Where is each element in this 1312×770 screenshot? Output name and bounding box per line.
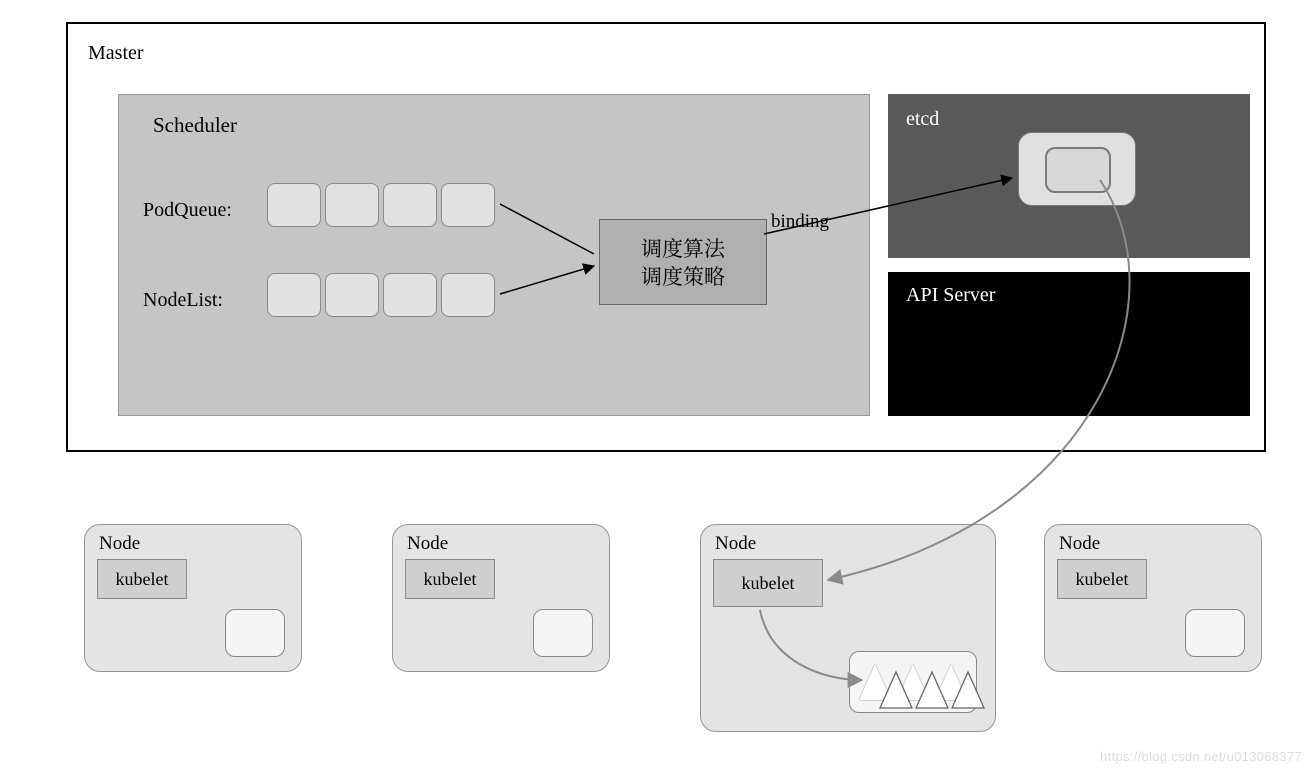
container-icon <box>935 664 967 700</box>
pod-placeholder <box>225 609 285 657</box>
master-label: Master <box>88 42 144 65</box>
node-label: Node <box>1059 533 1100 555</box>
podqueue-cells <box>267 183 495 227</box>
node-box-1: Node kubelet <box>84 524 302 672</box>
pod-placeholder <box>533 609 593 657</box>
kubelet-box: kubelet <box>97 559 187 599</box>
api-server-box: API Server <box>888 272 1250 416</box>
podqueue-label: PodQueue: <box>143 199 232 222</box>
kubelet-box: kubelet <box>713 559 823 607</box>
kubelet-label: kubelet <box>424 569 477 590</box>
node-cell <box>441 273 495 317</box>
node-cell <box>267 273 321 317</box>
kubelet-box: kubelet <box>405 559 495 599</box>
container-icon <box>897 664 929 700</box>
node-label: Node <box>99 533 140 555</box>
nodelist-label: NodeList: <box>143 289 223 312</box>
pod-cell <box>267 183 321 227</box>
etcd-box: etcd <box>888 94 1250 258</box>
node-box-3: Node kubelet <box>700 524 996 732</box>
node-label: Node <box>715 533 756 555</box>
node-box-2: Node kubelet <box>392 524 610 672</box>
master-box: Master Scheduler PodQueue: NodeList: 调度算… <box>66 22 1266 452</box>
kubelet-box: kubelet <box>1057 559 1147 599</box>
nodelist-cells <box>267 273 495 317</box>
node-box-4: Node kubelet <box>1044 524 1262 672</box>
etcd-label: etcd <box>906 108 939 131</box>
pod-cell <box>383 183 437 227</box>
scheduling-algorithm-box: 调度算法 调度策略 <box>599 219 767 305</box>
container-icon <box>859 664 891 700</box>
pod-running-box <box>849 651 977 713</box>
algo-line2: 调度策略 <box>641 262 725 290</box>
pod-cell <box>325 183 379 227</box>
pod-placeholder <box>1185 609 1245 657</box>
kubelet-label: kubelet <box>116 569 169 590</box>
etcd-object-inner <box>1045 147 1111 193</box>
api-server-label: API Server <box>906 284 995 307</box>
diagram-canvas: Master Scheduler PodQueue: NodeList: 调度算… <box>0 0 1312 770</box>
scheduler-box: Scheduler PodQueue: NodeList: 调度算法 调度策略 … <box>118 94 870 416</box>
binding-label: binding <box>771 211 829 233</box>
node-label: Node <box>407 533 448 555</box>
algo-line1: 调度算法 <box>641 234 725 262</box>
etcd-object <box>1018 132 1136 206</box>
node-cell <box>325 273 379 317</box>
scheduler-label: Scheduler <box>153 113 237 138</box>
node-cell <box>383 273 437 317</box>
kubelet-label: kubelet <box>1076 569 1129 590</box>
pod-cell <box>441 183 495 227</box>
kubelet-label: kubelet <box>742 573 795 594</box>
watermark: https://blog.csdn.net/u013068377 <box>1100 749 1302 764</box>
